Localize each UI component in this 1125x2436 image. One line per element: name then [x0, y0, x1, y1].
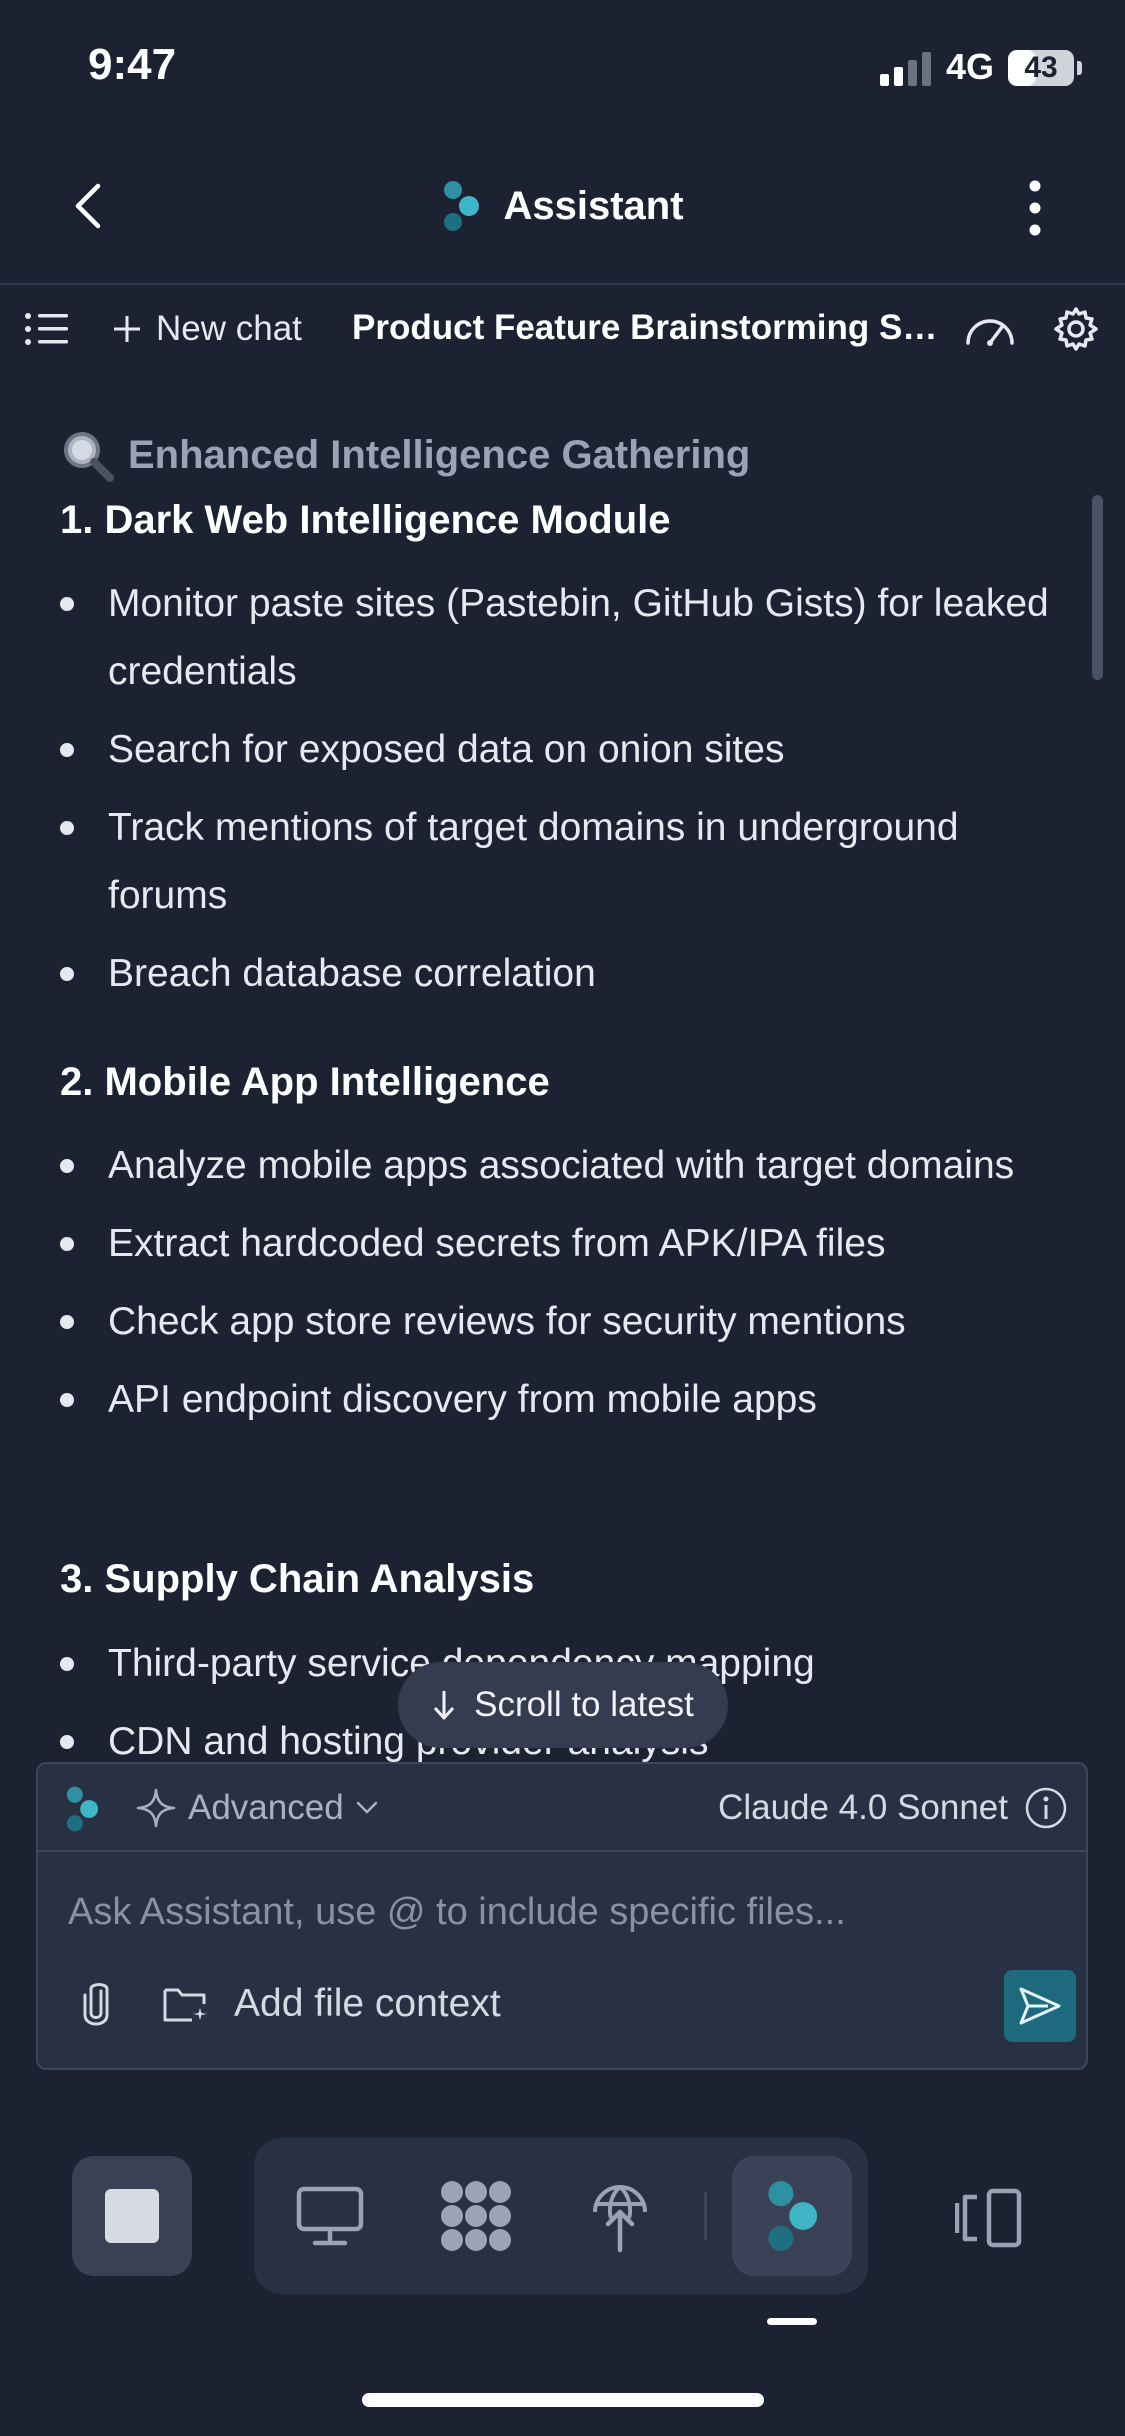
list-item: Analyze mobile apps associated with targ… — [60, 1132, 1060, 1200]
module-title: 1. Dark Web Intelligence Module — [60, 498, 671, 542]
attach-button[interactable] — [66, 1974, 126, 2034]
scroll-to-latest-button[interactable]: Scroll to latest — [398, 1662, 728, 1748]
sparkle-icon — [136, 1788, 176, 1828]
info-icon[interactable] — [1024, 1786, 1068, 1830]
folder-plus-icon — [163, 1988, 207, 2022]
section-heading: Enhanced Intelligence Gathering — [60, 428, 750, 482]
model-selector[interactable]: Claude 4.0 Sonnet — [718, 1778, 1068, 1838]
magnifying-glass-icon — [64, 432, 114, 482]
list-item: API endpoint discovery from mobile apps — [60, 1366, 1060, 1434]
session-title[interactable]: Product Feature Brainstorming Se... — [352, 308, 942, 348]
model-label: Claude 4.0 Sonnet — [718, 1788, 1008, 1827]
dock-divider — [704, 2192, 707, 2240]
scrollbar[interactable] — [1092, 495, 1103, 680]
list-item: Monitor paste sites (Pastebin, GitHub Gi… — [60, 570, 1060, 706]
add-file-context-label: Add file context — [234, 1982, 501, 2025]
monitor-icon — [296, 2186, 364, 2246]
split-view-icon — [955, 2188, 1022, 2248]
send-button[interactable] — [1004, 1970, 1076, 2042]
scroll-to-latest-label: Scroll to latest — [474, 1685, 694, 1724]
battery-percent: 43 — [1024, 51, 1058, 84]
battery-icon: 43 — [1008, 50, 1074, 86]
paperclip-icon — [83, 1983, 109, 2026]
list-item: Extract hardcoded secrets from APK/IPA f… — [60, 1210, 1060, 1278]
speedometer-icon — [966, 319, 1014, 346]
status-bar: 9:47 4G 43 — [0, 0, 1125, 140]
chat-list-button[interactable] — [24, 300, 70, 358]
gear-icon — [1054, 307, 1098, 351]
list-icon — [25, 313, 68, 345]
apps-grid-icon — [441, 2181, 511, 2251]
assistant-logo-icon — [768, 2181, 818, 2251]
mode-selector[interactable]: Advanced — [136, 1778, 378, 1838]
list-item: Track mentions of target domains in unde… — [60, 794, 1060, 930]
section-heading-text: Enhanced Intelligence Gathering — [128, 432, 751, 477]
list-item: Breach database correlation — [60, 940, 1060, 1008]
assistant-message: Enhanced Intelligence Gathering 1. Dark … — [0, 400, 1125, 1770]
plus-icon — [114, 316, 140, 342]
prompt-input[interactable] — [68, 1882, 1058, 1942]
header-title-group: Assistant — [0, 170, 1125, 242]
dock-computer-button[interactable] — [270, 2156, 390, 2276]
more-vertical-icon — [1029, 180, 1041, 236]
composer-panel: Advanced Claude 4.0 Sonnet Ask Assistant… — [36, 1762, 1088, 2070]
network-type: 4G — [946, 46, 995, 87]
cellular-signal-icon — [880, 52, 931, 86]
new-chat-button[interactable]: New chat — [112, 300, 302, 358]
add-file-context-button[interactable]: Add file context — [162, 1974, 501, 2034]
assistant-screen: 9:47 4G 43 Assistant New chat Product Fe… — [0, 0, 1125, 2436]
globe-upload-icon — [593, 2185, 647, 2253]
mode-label: Advanced — [188, 1788, 344, 1827]
stop-icon — [105, 2189, 159, 2243]
battery-cap — [1077, 61, 1082, 75]
new-chat-label: New chat — [156, 309, 302, 348]
chat-toolbar: New chat Product Feature Brainstorming S… — [0, 290, 1125, 370]
module-title: 2. Mobile App Intelligence — [60, 1060, 550, 1104]
module-bullets: Monitor paste sites (Pastebin, GitHub Gi… — [60, 570, 1060, 1018]
composer-header: Advanced Claude 4.0 Sonnet — [38, 1764, 1086, 1852]
arrow-down-icon — [433, 1691, 455, 1720]
settings-button[interactable] — [1052, 300, 1100, 358]
send-icon — [1019, 1987, 1061, 2025]
bottom-dock — [254, 2138, 868, 2294]
home-indicator[interactable] — [362, 2393, 764, 2407]
chevron-down-icon — [356, 1801, 377, 1814]
module-bullets: Analyze mobile apps associated with targ… — [60, 1132, 1060, 1444]
split-view-button[interactable] — [930, 2158, 1050, 2278]
list-item: Check app store reviews for security men… — [60, 1288, 1060, 1356]
dock-apps-button[interactable] — [416, 2156, 536, 2276]
assistant-logo-icon — [66, 1786, 99, 1832]
more-options-button[interactable] — [1010, 178, 1060, 238]
module-title: 3. Supply Chain Analysis — [60, 1557, 535, 1601]
active-tab-indicator — [767, 2318, 817, 2325]
dock-deploy-button[interactable] — [560, 2156, 680, 2276]
speed-button[interactable] — [962, 300, 1018, 358]
dock-assistant-button[interactable] — [732, 2156, 852, 2276]
stop-button[interactable] — [72, 2156, 192, 2276]
app-header: Assistant — [0, 140, 1125, 285]
list-item: Search for exposed data on onion sites — [60, 716, 1060, 784]
status-time: 9:47 — [88, 40, 177, 89]
assistant-logo-icon — [444, 181, 480, 231]
page-title: Assistant — [503, 183, 684, 228]
